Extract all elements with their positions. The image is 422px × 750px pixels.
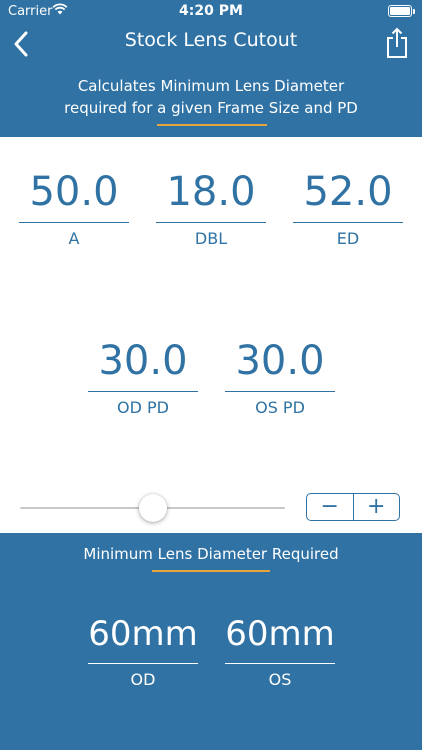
- a-label: A: [68, 229, 80, 248]
- od-pd-label: OD PD: [117, 398, 169, 417]
- ed-value[interactable]: 52.0: [293, 168, 403, 216]
- subtitle-line-1: Calculates Minimum Lens Diameter: [77, 77, 345, 95]
- dbl-underline: [156, 222, 266, 223]
- ed-field[interactable]: 52.0 ED: [293, 168, 403, 248]
- os-result-underline: [225, 663, 335, 664]
- os-result: 60mm OS: [225, 613, 335, 689]
- decrement-button[interactable]: −: [307, 494, 354, 520]
- a-field[interactable]: 50.0 A: [19, 168, 129, 248]
- a-value[interactable]: 50.0: [19, 168, 129, 216]
- status-bar: Carrier 4:20 PM: [0, 0, 422, 22]
- dbl-field[interactable]: 18.0 DBL: [156, 168, 266, 248]
- header-panel: Carrier 4:20 PM Stock Lens Cutout Calcul…: [0, 0, 422, 137]
- page-title: Stock Lens Cutout: [124, 29, 298, 51]
- od-pd-underline: [88, 391, 198, 392]
- increment-button[interactable]: +: [354, 494, 400, 520]
- clock-label: 4:20 PM: [179, 3, 243, 19]
- result-panel: Minimum Lens Diameter Required 60mm OD 6…: [0, 533, 422, 750]
- slider-thumb[interactable]: [139, 494, 167, 522]
- header-accent-underline: [157, 124, 267, 126]
- battery-icon: [388, 5, 415, 17]
- dbl-label: DBL: [194, 229, 228, 248]
- od-result-label: OD: [130, 670, 156, 689]
- od-result: 60mm OD: [88, 613, 198, 689]
- od-result-value: 60mm: [88, 614, 198, 654]
- os-pd-label: OS PD: [255, 398, 305, 417]
- od-pd-field[interactable]: 30.0 OD PD: [88, 337, 198, 417]
- ed-label: ED: [336, 229, 360, 248]
- result-title: Minimum Lens Diameter Required: [83, 545, 339, 563]
- result-accent-underline: [152, 570, 270, 572]
- od-result-underline: [88, 663, 198, 664]
- a-underline: [19, 222, 129, 223]
- os-pd-value[interactable]: 30.0: [225, 337, 335, 385]
- subtitle-line-2: required for a given Frame Size and PD: [64, 99, 358, 117]
- dbl-value[interactable]: 18.0: [156, 168, 266, 216]
- share-icon[interactable]: [384, 26, 410, 60]
- header-subtitle: Calculates Minimum Lens Diameter require…: [0, 75, 422, 119]
- os-result-value: 60mm: [225, 614, 335, 654]
- ed-underline: [293, 222, 403, 223]
- os-pd-field[interactable]: 30.0 OS PD: [225, 337, 335, 417]
- os-result-label: OS: [268, 670, 292, 689]
- od-pd-value[interactable]: 30.0: [88, 337, 198, 385]
- stepper-control[interactable]: − +: [306, 493, 400, 521]
- os-pd-underline: [225, 391, 335, 392]
